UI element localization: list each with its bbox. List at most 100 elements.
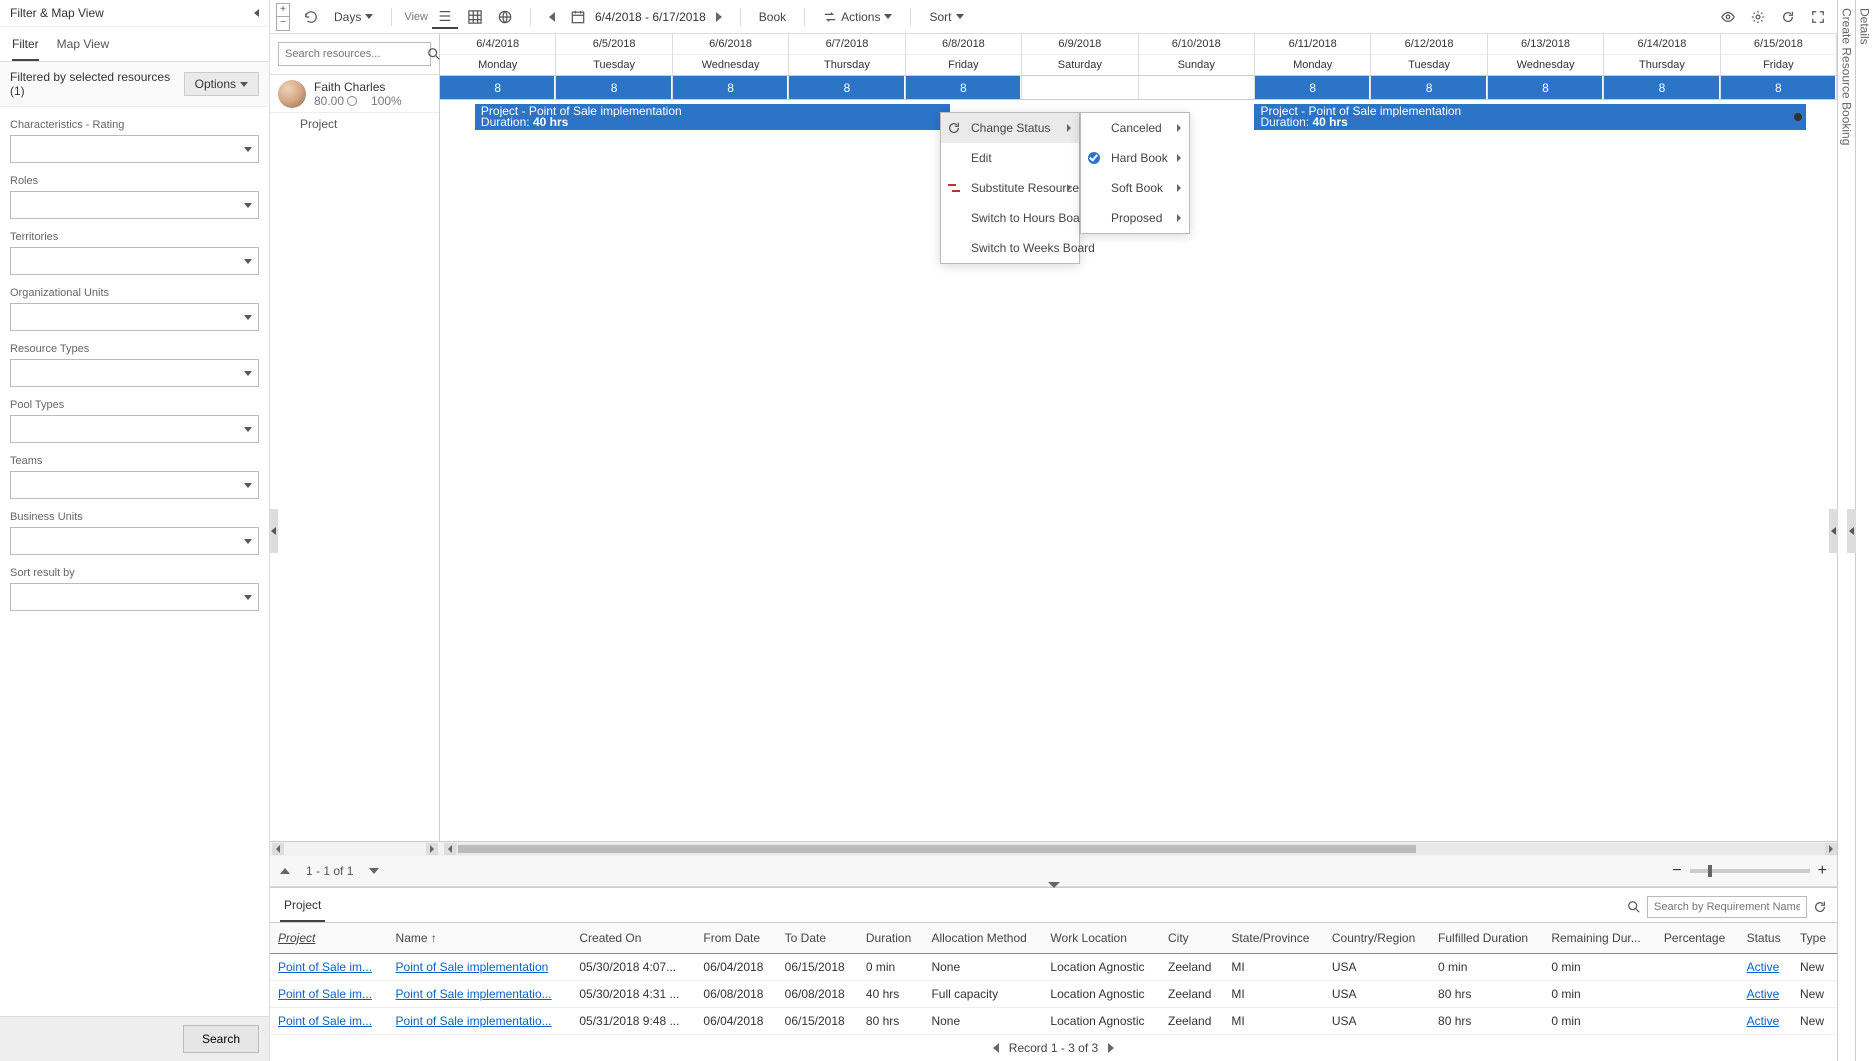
grid-scroll-right-button[interactable]: [1825, 843, 1837, 855]
tab-project[interactable]: Project: [280, 892, 325, 922]
grid-scroll-left-button[interactable]: [444, 843, 456, 855]
column-header[interactable]: From Date: [695, 923, 776, 954]
list-view-button[interactable]: [432, 5, 458, 29]
table-row[interactable]: Point of Sale im... Point of Sale impleme…: [270, 954, 1837, 981]
column-header[interactable]: Created On: [571, 923, 695, 954]
scroll-right-button[interactable]: [426, 843, 438, 855]
filter-dropdown[interactable]: [10, 527, 259, 555]
collapse-all-button[interactable]: −: [276, 17, 290, 31]
status-submenu[interactable]: CanceledHard BookSoft BookProposed: [1080, 112, 1190, 234]
column-header[interactable]: To Date: [777, 923, 858, 954]
grid-scrollbar[interactable]: [456, 843, 1825, 855]
allocation-cell[interactable]: 8: [1488, 76, 1604, 99]
name-link[interactable]: Point of Sale implementation: [396, 960, 549, 974]
project-link[interactable]: Point of Sale im...: [278, 1014, 372, 1028]
allocation-cell[interactable]: [1139, 76, 1255, 99]
scroll-left-button[interactable]: [272, 843, 284, 855]
tab-filter[interactable]: Filter: [12, 33, 39, 61]
status-link[interactable]: Active: [1747, 960, 1780, 974]
allocation-cell[interactable]: 8: [1721, 76, 1837, 99]
sort-dropdown[interactable]: Sort: [923, 6, 969, 28]
allocation-cell[interactable]: 8: [440, 76, 556, 99]
allocation-cell[interactable]: 8: [1255, 76, 1371, 99]
column-header[interactable]: City: [1160, 923, 1223, 954]
page-up-button[interactable]: [280, 868, 290, 874]
date-prev-button[interactable]: [543, 8, 561, 26]
filter-dropdown[interactable]: [10, 359, 259, 387]
table-row[interactable]: Point of Sale im... Point of Sale impleme…: [270, 1008, 1837, 1035]
allocation-cell[interactable]: 8: [789, 76, 905, 99]
menu-item[interactable]: Soft Book: [1081, 173, 1189, 203]
refresh-icon[interactable]: [1813, 900, 1827, 914]
resource-search-input[interactable]: [285, 48, 427, 60]
filter-dropdown[interactable]: [10, 303, 259, 331]
collapse-left-icon[interactable]: [254, 9, 259, 17]
name-link[interactable]: Point of Sale implementatio...: [396, 1014, 552, 1028]
resource-row[interactable]: Faith Charles 80.00 100%: [270, 75, 439, 113]
column-header[interactable]: Fulfilled Duration: [1430, 923, 1543, 954]
column-header[interactable]: Percentage: [1656, 923, 1739, 954]
allocation-cell[interactable]: [1022, 76, 1138, 99]
status-link[interactable]: Active: [1747, 987, 1780, 1001]
menu-item[interactable]: Change Status: [941, 113, 1079, 143]
allocation-cell[interactable]: 8: [673, 76, 789, 99]
column-header[interactable]: Project: [270, 923, 388, 954]
fullscreen-button[interactable]: [1805, 6, 1831, 28]
column-header[interactable]: Status: [1739, 923, 1792, 954]
booking-handle-icon[interactable]: [1794, 113, 1802, 121]
filter-dropdown[interactable]: [10, 135, 259, 163]
map-view-button[interactable]: [492, 6, 518, 28]
reload-button[interactable]: [1775, 6, 1801, 28]
table-row[interactable]: Point of Sale im...Point of Sale impleme…: [270, 981, 1837, 1008]
status-link[interactable]: Active: [1747, 1014, 1780, 1028]
details-panel[interactable]: Details: [1855, 0, 1873, 1061]
menu-item[interactable]: Hard Book: [1081, 143, 1189, 173]
filter-dropdown[interactable]: [10, 191, 259, 219]
menu-item[interactable]: Edit: [941, 143, 1079, 173]
allocation-cell[interactable]: 8: [556, 76, 672, 99]
resource-search[interactable]: [278, 42, 431, 66]
context-menu[interactable]: Change StatusEditSubstitute ResourceSwit…: [940, 112, 1080, 264]
column-header[interactable]: Duration: [858, 923, 924, 954]
actions-dropdown[interactable]: Actions: [817, 6, 898, 28]
menu-item[interactable]: Switch to Weeks Board: [941, 233, 1079, 263]
options-button[interactable]: Options: [184, 72, 259, 96]
project-link[interactable]: Point of Sale im...: [278, 960, 372, 974]
rail-expand-handle[interactable]: [1829, 509, 1838, 553]
name-link[interactable]: Point of Sale implementatio...: [396, 987, 552, 1001]
expand-all-button[interactable]: +: [276, 3, 290, 17]
record-prev-button[interactable]: [993, 1043, 999, 1053]
booking-bar[interactable]: Project - Point of Sale implementationDu…: [475, 104, 950, 130]
column-header[interactable]: Remaining Dur...: [1543, 923, 1656, 954]
column-header[interactable]: Type: [1792, 923, 1837, 954]
allocation-cell[interactable]: 8: [1371, 76, 1487, 99]
settings-button[interactable]: [1745, 6, 1771, 28]
booking-bar[interactable]: Project - Point of Sale implementationDu…: [1254, 104, 1806, 130]
calendar-button[interactable]: [565, 6, 591, 28]
record-next-button[interactable]: [1108, 1043, 1114, 1053]
tab-map-view[interactable]: Map View: [57, 33, 109, 61]
search-button[interactable]: Search: [183, 1025, 259, 1053]
menu-item[interactable]: Proposed: [1081, 203, 1189, 233]
allocation-cell[interactable]: 8: [906, 76, 1022, 99]
column-header[interactable]: Name ↑: [388, 923, 572, 954]
allocation-cell[interactable]: 8: [1604, 76, 1720, 99]
days-dropdown[interactable]: Days: [328, 6, 379, 28]
zoom-slider[interactable]: [1690, 869, 1810, 873]
filter-dropdown[interactable]: [10, 247, 259, 275]
filter-dropdown[interactable]: [10, 583, 259, 611]
filter-dropdown[interactable]: [10, 471, 259, 499]
column-header[interactable]: State/Province: [1223, 923, 1323, 954]
filter-dropdown[interactable]: [10, 415, 259, 443]
date-next-button[interactable]: [710, 8, 728, 26]
zoom-out-button[interactable]: −: [1672, 862, 1681, 880]
visibility-button[interactable]: [1715, 6, 1741, 28]
menu-item[interactable]: Canceled: [1081, 113, 1189, 143]
menu-item[interactable]: Switch to Hours Board: [941, 203, 1079, 233]
sidebar-collapse-handle[interactable]: [269, 509, 278, 553]
column-header[interactable]: Country/Region: [1324, 923, 1430, 954]
column-header[interactable]: Allocation Method: [923, 923, 1042, 954]
search-icon[interactable]: [1627, 900, 1641, 914]
menu-item[interactable]: Substitute Resource: [941, 173, 1079, 203]
rail-expand-handle[interactable]: [1847, 509, 1856, 553]
